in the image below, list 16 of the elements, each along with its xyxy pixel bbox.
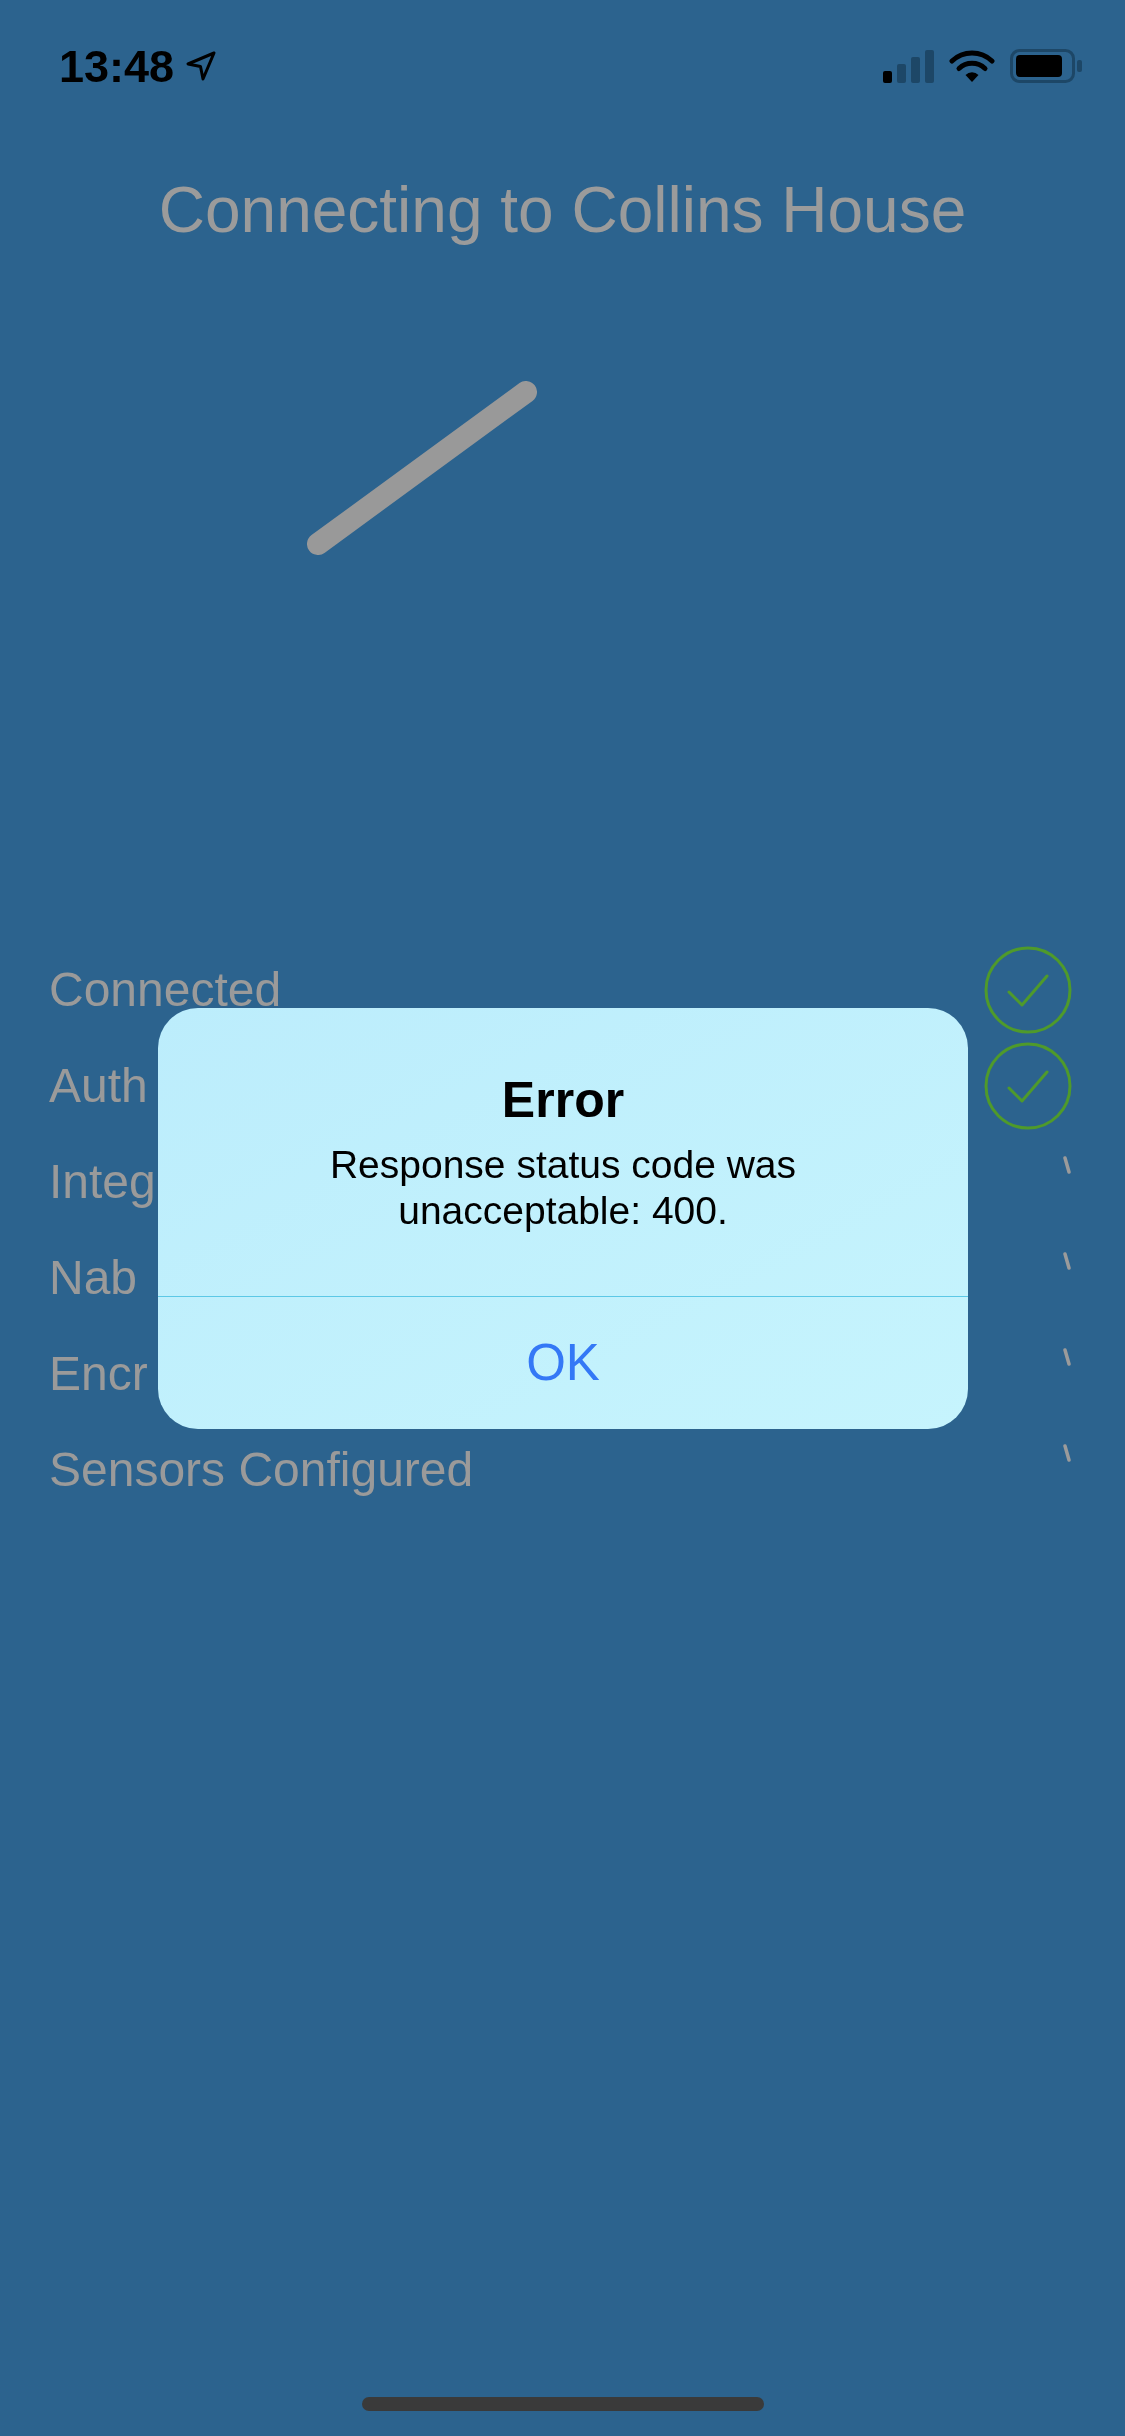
step-label: Encr xyxy=(49,1350,148,1398)
step-label: Integ xyxy=(49,1158,156,1206)
step-label: Auth xyxy=(49,1062,148,1110)
wifi-icon xyxy=(949,49,995,83)
step-label: Nab xyxy=(49,1254,138,1302)
alert-title: Error xyxy=(501,1071,625,1130)
ok-button[interactable]: OK xyxy=(158,1296,968,1429)
step-label: Sensors Configured xyxy=(49,1446,474,1494)
screen-title: Connecting to Collins House xyxy=(157,173,968,248)
loading-line-icon xyxy=(307,381,537,555)
battery-icon xyxy=(1010,49,1083,83)
status-time: 13:48 xyxy=(59,43,175,89)
location-arrow-icon xyxy=(186,51,217,81)
step-label: Connected xyxy=(49,966,282,1014)
alert-message: Response status code was unacceptable: 400. xyxy=(328,1142,798,1234)
signal-bars-icon xyxy=(883,49,934,83)
